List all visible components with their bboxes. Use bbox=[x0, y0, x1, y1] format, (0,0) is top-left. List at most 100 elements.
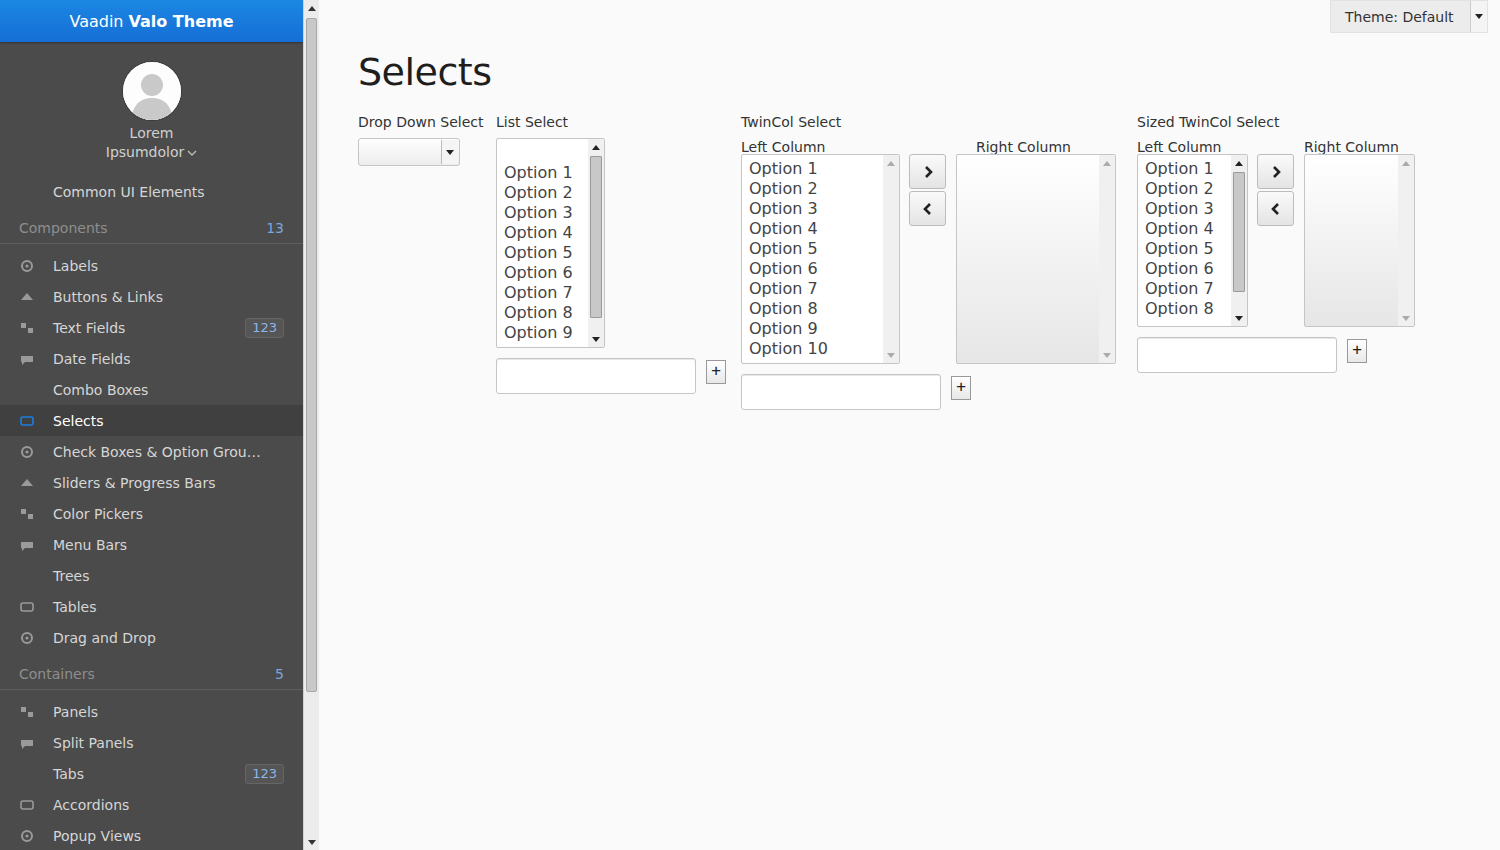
new-item-input[interactable] bbox=[741, 374, 941, 410]
list-option[interactable]: Option 2 bbox=[749, 179, 883, 199]
user-menu[interactable]: LoremIpsumdolor bbox=[0, 42, 303, 176]
list-option[interactable]: Option 9 bbox=[749, 319, 883, 339]
sidebar-item[interactable]: Labels bbox=[0, 250, 303, 281]
add-button[interactable]: + bbox=[706, 360, 726, 384]
drop-down-arrow[interactable] bbox=[441, 140, 458, 164]
list-option[interactable]: Option 5 bbox=[504, 243, 588, 263]
scroll-up-button[interactable] bbox=[883, 155, 899, 171]
scroll-down-button[interactable] bbox=[1099, 347, 1115, 363]
list-option[interactable]: Option 8 bbox=[1145, 299, 1231, 319]
sidebar-item[interactable]: Panels bbox=[0, 696, 303, 727]
scroll-track[interactable] bbox=[1099, 171, 1115, 347]
move-left-button[interactable] bbox=[909, 191, 946, 226]
list-option[interactable]: Option 8 bbox=[749, 299, 883, 319]
sized-twincol-select-caption: Sized TwinCol Select bbox=[1137, 113, 1415, 131]
list-scrollbar[interactable] bbox=[1099, 155, 1115, 363]
left-column-list[interactable]: Option 1Option 2Option 3Option 4Option 5… bbox=[1137, 154, 1248, 327]
section-title: Containers bbox=[19, 666, 95, 682]
left-column-list[interactable]: Option 1Option 2Option 3Option 4Option 5… bbox=[741, 154, 900, 364]
list-option[interactable]: Option 8 bbox=[504, 303, 588, 323]
sidebar-item[interactable]: Sliders & Progress Bars bbox=[0, 467, 303, 498]
sidebar-item[interactable]: Color Pickers bbox=[0, 498, 303, 529]
sidebar-item[interactable]: Drag and Drop bbox=[0, 622, 303, 653]
move-right-button[interactable] bbox=[1257, 154, 1294, 189]
sidebar-item[interactable]: Selects bbox=[0, 405, 303, 436]
scroll-down-button[interactable] bbox=[1398, 310, 1414, 326]
scroll-track[interactable] bbox=[1231, 171, 1247, 310]
sidebar-item[interactable]: Buttons & Links bbox=[0, 281, 303, 312]
list-option[interactable]: Option 1 bbox=[749, 159, 883, 179]
scroll-thumb[interactable] bbox=[1233, 172, 1245, 292]
list-option[interactable]: Option 2 bbox=[1145, 179, 1231, 199]
scroll-up-button[interactable] bbox=[1231, 155, 1247, 171]
list-option[interactable]: Option 7 bbox=[504, 283, 588, 303]
sidebar-item[interactable]: Tables bbox=[0, 591, 303, 622]
list-scrollbar[interactable] bbox=[1398, 155, 1414, 326]
menu-item-icon bbox=[19, 414, 35, 428]
list-option[interactable]: Option 3 bbox=[504, 203, 588, 223]
list-option[interactable]: Option 1 bbox=[504, 163, 588, 183]
scroll-track[interactable] bbox=[304, 16, 319, 834]
list-option[interactable]: Option 4 bbox=[504, 223, 588, 243]
sidebar-item[interactable]: Trees bbox=[0, 560, 303, 591]
scroll-thumb[interactable] bbox=[590, 156, 602, 318]
move-left-button[interactable] bbox=[1257, 191, 1294, 226]
list-option[interactable]: Option 5 bbox=[1145, 239, 1231, 259]
scroll-up-button[interactable] bbox=[588, 139, 604, 155]
sidebar-item[interactable]: Tabs123 bbox=[0, 758, 303, 789]
list-option[interactable]: Option 6 bbox=[504, 263, 588, 283]
theme-select-arrow[interactable] bbox=[1470, 1, 1487, 32]
sidebar-item[interactable]: Split Panels bbox=[0, 727, 303, 758]
list-scrollbar[interactable] bbox=[883, 155, 899, 363]
list-option[interactable]: Option 6 bbox=[1145, 259, 1231, 279]
list-option[interactable]: Option 4 bbox=[749, 219, 883, 239]
user-last-name-row[interactable]: Ipsumdolor bbox=[106, 143, 197, 162]
sidebar-item[interactable]: Accordions bbox=[0, 789, 303, 820]
scroll-up-button[interactable] bbox=[1398, 155, 1414, 171]
scroll-up-button[interactable] bbox=[1099, 155, 1115, 171]
scroll-track[interactable] bbox=[588, 155, 604, 331]
list-scrollbar[interactable] bbox=[588, 139, 604, 347]
new-item-input[interactable] bbox=[1137, 337, 1337, 373]
scroll-up-button[interactable] bbox=[304, 0, 319, 16]
scroll-down-button[interactable] bbox=[304, 834, 319, 850]
list-option[interactable]: Option 2 bbox=[504, 183, 588, 203]
sidebar-item[interactable]: Date Fields bbox=[0, 343, 303, 374]
theme-select[interactable]: Theme: Default bbox=[1330, 0, 1488, 33]
list-option[interactable]: Option 3 bbox=[749, 199, 883, 219]
list-scrollbar[interactable] bbox=[1231, 155, 1247, 326]
empty-option[interactable] bbox=[504, 143, 588, 163]
list-option[interactable]: Option 7 bbox=[1145, 279, 1231, 299]
list-option[interactable]: Option 3 bbox=[1145, 199, 1231, 219]
scroll-thumb[interactable] bbox=[306, 18, 317, 692]
scroll-down-button[interactable] bbox=[883, 347, 899, 363]
right-column-list[interactable] bbox=[956, 154, 1116, 364]
scroll-down-button[interactable] bbox=[588, 331, 604, 347]
new-item-input[interactable] bbox=[496, 358, 696, 394]
right-column-list[interactable] bbox=[1304, 154, 1415, 327]
sidebar-item[interactable]: Text Fields123 bbox=[0, 312, 303, 343]
list-option[interactable]: Option 10 bbox=[749, 339, 883, 359]
sidebar-scrollbar[interactable] bbox=[303, 0, 319, 850]
sidebar-item[interactable]: Common UI Elements bbox=[0, 176, 303, 207]
list-option[interactable]: Option 9 bbox=[504, 323, 588, 343]
scroll-down-button[interactable] bbox=[1231, 310, 1247, 326]
drop-down-select[interactable] bbox=[358, 138, 460, 166]
scroll-track[interactable] bbox=[1398, 171, 1414, 310]
add-button[interactable]: + bbox=[951, 376, 971, 400]
avatar[interactable] bbox=[123, 62, 181, 120]
list-select[interactable]: Option 1Option 2Option 3Option 4Option 5… bbox=[496, 138, 605, 348]
sidebar-item[interactable]: Menu Bars bbox=[0, 529, 303, 560]
scroll-track[interactable] bbox=[883, 171, 899, 347]
sidebar-item[interactable]: Check Boxes & Option Grou… bbox=[0, 436, 303, 467]
list-option[interactable]: Option 4 bbox=[1145, 219, 1231, 239]
move-right-button[interactable] bbox=[909, 154, 946, 189]
sidebar-item[interactable]: Combo Boxes bbox=[0, 374, 303, 405]
list-option[interactable]: Option 5 bbox=[749, 239, 883, 259]
list-option[interactable]: Option 6 bbox=[749, 259, 883, 279]
main-content: Theme: DefaultSelectsDrop Down SelectLis… bbox=[319, 0, 1500, 850]
sidebar-item[interactable]: Popup Views bbox=[0, 820, 303, 850]
list-option[interactable]: Option 1 bbox=[1145, 159, 1231, 179]
list-option[interactable]: Option 7 bbox=[749, 279, 883, 299]
add-button[interactable]: + bbox=[1347, 339, 1367, 363]
